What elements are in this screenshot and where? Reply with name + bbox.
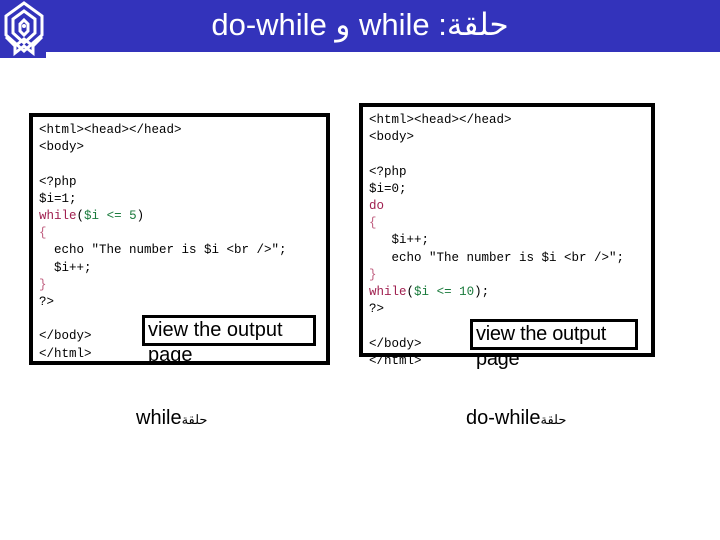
code-token: <= xyxy=(436,285,452,300)
code-token: </body> xyxy=(369,336,422,351)
code-line: } xyxy=(39,277,326,294)
view-output-page-button-while-label: view the output page xyxy=(148,319,283,366)
code-token: } xyxy=(369,267,377,282)
code-line: { xyxy=(39,225,326,242)
code-line: ?> xyxy=(39,294,326,311)
view-output-page-button-while[interactable]: view the output page xyxy=(142,315,316,366)
code-line: <body> xyxy=(39,139,326,156)
code-token: <?php xyxy=(369,164,407,179)
view-output-page-button-dowhile-label: view the output page xyxy=(476,323,607,370)
code-line: <html><head></head> xyxy=(39,122,326,139)
code-line: while($i <= 10); xyxy=(369,284,651,301)
code-token: echo "The number is $i <br />"; xyxy=(39,243,287,258)
code-token: $i++; xyxy=(369,233,430,248)
code-token: { xyxy=(369,216,377,231)
code-token: ) xyxy=(136,209,145,224)
code-token: $i++; xyxy=(39,260,92,275)
code-token: 5 xyxy=(129,209,137,224)
caption-while: whileحلقة xyxy=(136,407,210,430)
code-token: <body> xyxy=(369,130,415,145)
caption-while-arabic: حلقة xyxy=(181,412,208,427)
code-token: echo "The number is $i <br />"; xyxy=(369,250,625,265)
code-token: $i xyxy=(84,209,100,224)
code-line: } xyxy=(369,267,651,284)
code-token: </html> xyxy=(39,346,92,361)
code-token: } xyxy=(39,277,47,292)
code-token: <body> xyxy=(39,140,85,155)
hexagon-monogram-logo-icon xyxy=(4,1,44,57)
code-token: </body> xyxy=(39,329,92,344)
code-token: do xyxy=(369,199,385,214)
code-line: <body> xyxy=(369,129,651,146)
code-token: while xyxy=(369,285,407,300)
code-token: ?> xyxy=(39,295,55,310)
caption-do-while-latin: do-while xyxy=(466,407,541,429)
code-line: do xyxy=(369,198,651,215)
code-token: $i xyxy=(414,285,430,300)
code-line: echo "The number is $i <br />"; xyxy=(369,250,651,267)
code-token: ?> xyxy=(369,302,385,317)
code-line: { xyxy=(369,215,651,232)
code-token: <html><head></head> xyxy=(39,123,182,137)
code-line: echo "The number is $i <br />"; xyxy=(39,242,326,259)
caption-while-latin: while xyxy=(136,407,182,429)
code-line: <html><head></head> xyxy=(369,112,651,129)
code-line: <?php xyxy=(369,164,651,181)
page-title: do-while و while :حلقة xyxy=(211,7,509,42)
view-output-page-button-dowhile[interactable]: view the output page xyxy=(470,319,638,370)
code-line xyxy=(369,146,651,163)
code-line: while($i <= 5) xyxy=(39,208,326,225)
code-token: while xyxy=(39,209,77,224)
code-token: <?php xyxy=(39,174,77,189)
code-token: <= xyxy=(106,209,122,224)
code-line xyxy=(39,156,326,173)
code-token: 10 xyxy=(459,285,475,300)
code-line: ?> xyxy=(369,301,651,318)
caption-do-while: do-whileحلقة xyxy=(466,407,569,430)
code-line: $i=0; xyxy=(369,181,651,198)
code-token: $i=0; xyxy=(369,181,407,196)
caption-do-while-arabic: حلقة xyxy=(540,412,567,427)
code-token: { xyxy=(39,226,47,241)
code-line: <?php xyxy=(39,174,326,191)
logo-block xyxy=(0,0,46,58)
code-line: $i=1; xyxy=(39,191,326,208)
code-token: ( xyxy=(76,209,85,224)
code-token: ( xyxy=(406,285,415,300)
code-token: $i=1; xyxy=(39,191,77,206)
code-line: $i++; xyxy=(39,260,326,277)
code-line: $i++; xyxy=(369,232,651,249)
code-token: </html> xyxy=(369,353,422,368)
code-token: <html><head></head> xyxy=(369,113,512,127)
code-token: ); xyxy=(474,285,490,300)
